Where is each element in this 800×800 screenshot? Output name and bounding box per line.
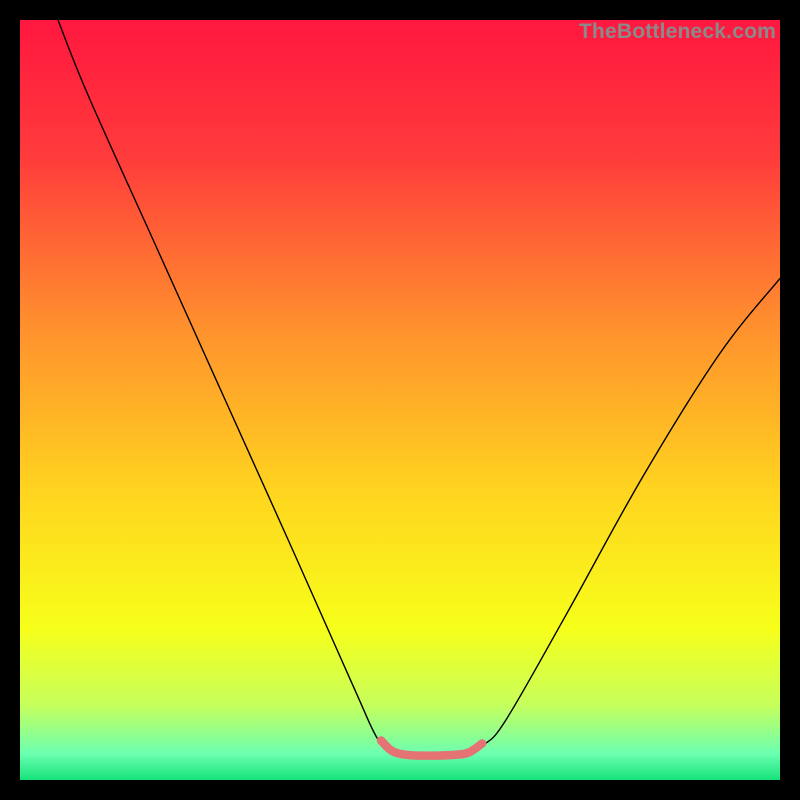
gradient-background	[20, 20, 780, 780]
watermark-text: TheBottleneck.com	[579, 20, 776, 44]
bottleneck-plot	[20, 20, 780, 780]
chart-frame: TheBottleneck.com	[20, 20, 780, 780]
